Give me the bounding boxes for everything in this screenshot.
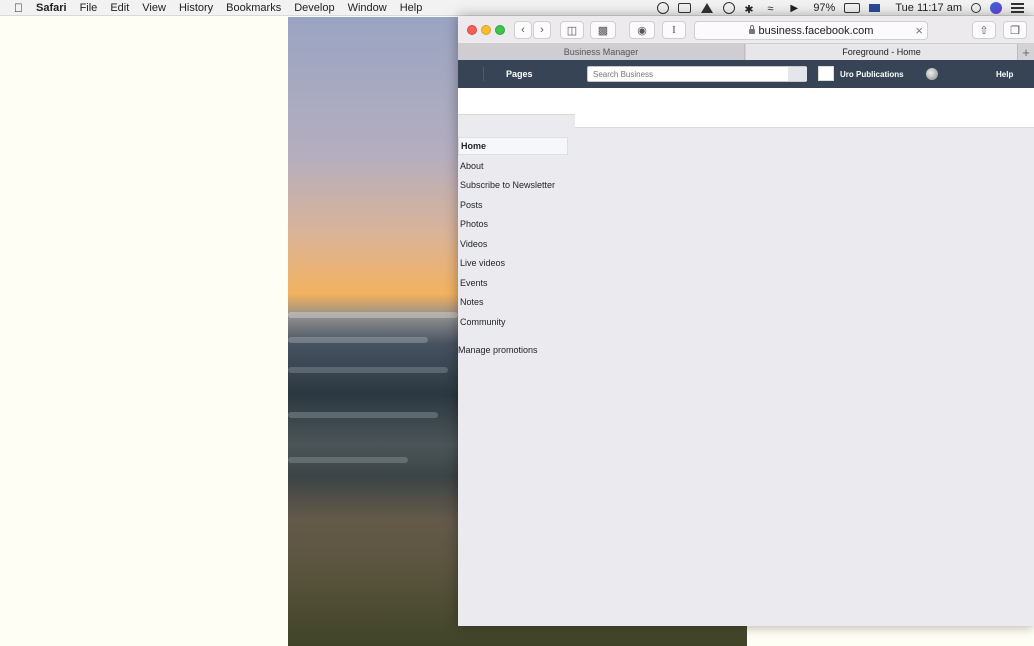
sidebar-item-subscribe[interactable]: Subscribe to Newsletter (458, 176, 570, 196)
sidebar-item-notes[interactable]: Notes (458, 293, 570, 313)
menu-bookmarks[interactable]: Bookmarks (226, 2, 281, 14)
address-text: business.facebook.com (758, 24, 874, 37)
airplay-icon[interactable] (700, 2, 714, 14)
help-link[interactable]: Help (996, 60, 1013, 88)
search-business-input[interactable] (587, 66, 807, 82)
facebook-header: Pages Uro Publications Help (458, 60, 1034, 88)
search-button[interactable] (788, 67, 807, 81)
safari-window: ‹ › ◫ ▩ ◉ I business.facebook.com × ⇧ ❐ … (458, 16, 1034, 626)
menu-window[interactable]: Window (348, 2, 387, 14)
forward-button[interactable]: › (533, 21, 551, 39)
clear-address-icon[interactable]: × (915, 23, 923, 38)
sidebar-item-events[interactable]: Events (458, 274, 570, 294)
menu-develop[interactable]: Develop (294, 2, 334, 14)
menu-bar:  Safari File Edit View History Bookmark… (0, 0, 1034, 16)
back-button[interactable]: ‹ (514, 21, 532, 39)
page-header-area (458, 88, 1034, 128)
share-icon[interactable]: ⇧ (972, 21, 996, 39)
tab-foreground-home[interactable]: Foreground - Home (746, 44, 1017, 60)
sidebar-item-about[interactable]: About (458, 157, 570, 177)
creative-cloud-icon[interactable] (657, 2, 670, 14)
menu-view[interactable]: View (142, 2, 166, 14)
sidebar-item-live-videos[interactable]: Live videos (458, 254, 570, 274)
app-menu[interactable]: Safari (36, 2, 67, 14)
close-window-button[interactable] (467, 25, 477, 35)
sidebar-item-photos[interactable]: Photos (458, 215, 570, 235)
pages-menu[interactable]: Pages (506, 60, 533, 88)
apple-menu-icon[interactable]:  (14, 1, 23, 15)
browser-toolbar: ‹ › ◫ ▩ ◉ I business.facebook.com × ⇧ ❐ (458, 16, 1034, 44)
sidebar-item-home[interactable]: Home (458, 137, 568, 155)
messages-icon[interactable] (678, 3, 692, 13)
extension-icon[interactable]: ◉ (629, 21, 655, 39)
sidebar-toggle-icon[interactable]: ◫ (560, 21, 584, 39)
fullscreen-window-button[interactable] (495, 25, 505, 35)
menu-edit[interactable]: Edit (110, 2, 129, 14)
sidebar-item-videos[interactable]: Videos (458, 235, 570, 255)
tab-overview-icon[interactable]: ❐ (1003, 21, 1027, 39)
lock-icon (748, 25, 755, 34)
menu-help[interactable]: Help (400, 2, 423, 14)
manage-promotions-link[interactable]: Manage promotions (458, 345, 538, 355)
minimize-window-button[interactable] (481, 25, 491, 35)
tab-business-manager[interactable]: Business Manager (458, 44, 745, 60)
publication-name[interactable]: Uro Publications (840, 60, 904, 88)
tab-label: Business Manager (563, 47, 639, 57)
desktop-background-strip (747, 626, 1034, 646)
instapaper-icon[interactable]: I (662, 21, 686, 39)
header-divider (483, 67, 484, 81)
header-notch (458, 114, 575, 128)
page-avatar[interactable] (818, 66, 834, 81)
new-tab-button[interactable]: + (1017, 44, 1034, 60)
page-sidebar-nav: Home About Subscribe to Newsletter Posts… (458, 137, 570, 332)
desktop-background (0, 17, 288, 646)
time-machine-icon[interactable] (723, 2, 736, 14)
battery-percentage[interactable]: 97% (813, 2, 835, 14)
tab-label: Foreground - Home (842, 47, 921, 57)
top-sites-icon[interactable]: ▩ (590, 21, 616, 39)
input-source-flag-icon[interactable] (869, 4, 881, 12)
notification-center-icon[interactable] (1011, 3, 1024, 13)
sidebar-item-community[interactable]: Community (458, 313, 570, 333)
sidebar-item-posts[interactable]: Posts (458, 196, 570, 216)
siri-icon[interactable] (990, 2, 1002, 14)
volume-icon[interactable]: ▶ (790, 3, 804, 14)
battery-icon[interactable] (844, 3, 861, 13)
tab-bar: Business Manager Foreground - Home + (458, 44, 1034, 60)
address-bar[interactable]: business.facebook.com × (694, 21, 928, 40)
globe-icon[interactable] (926, 68, 938, 80)
spotlight-search-icon[interactable] (971, 3, 981, 13)
bluetooth-icon[interactable]: ✱ (744, 3, 758, 16)
clock[interactable]: Tue 11:17 am (895, 2, 962, 14)
menu-history[interactable]: History (179, 2, 213, 14)
header-divider (575, 127, 1034, 128)
menu-file[interactable]: File (80, 2, 98, 14)
wifi-icon[interactable]: ≈ (767, 3, 781, 15)
